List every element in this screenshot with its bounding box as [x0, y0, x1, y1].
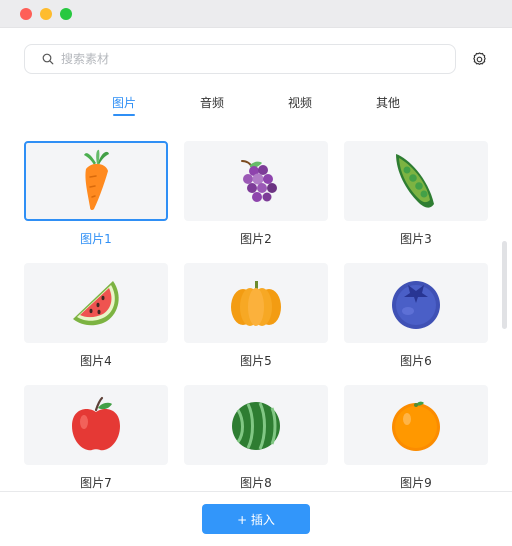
- maximize-window-button[interactable]: [60, 8, 72, 20]
- tab-video[interactable]: 视频: [280, 95, 320, 111]
- gear-icon[interactable]: [471, 51, 488, 68]
- material-card-4[interactable]: [24, 263, 168, 343]
- material-label-5: 图片5: [240, 354, 272, 368]
- material-label-3: 图片3: [400, 232, 432, 246]
- material-card-9[interactable]: [344, 385, 488, 465]
- material-label-9: 图片9: [400, 476, 432, 490]
- material-label-1: 图片1: [80, 232, 112, 246]
- material-card-7[interactable]: [24, 385, 168, 465]
- grapes-icon: [241, 160, 277, 202]
- material-label-6: 图片6: [400, 354, 432, 368]
- material-label-4: 图片4: [80, 354, 112, 368]
- material-label-2: 图片2: [240, 232, 272, 246]
- search-box[interactable]: [24, 44, 456, 74]
- material-card-3[interactable]: [344, 141, 488, 221]
- material-card-8[interactable]: [184, 385, 328, 465]
- active-tab-indicator: [113, 114, 135, 116]
- peas-icon: [396, 154, 434, 208]
- watermelon-icon: [232, 402, 280, 450]
- pumpkin-icon: [231, 281, 281, 326]
- watermelon-slice-icon: [73, 281, 119, 326]
- search-input[interactable]: [61, 49, 441, 69]
- material-label-7: 图片7: [80, 476, 112, 490]
- tab-other[interactable]: 其他: [368, 95, 408, 111]
- carrot-icon: [84, 149, 109, 211]
- scrollbar-thumb[interactable]: [502, 241, 507, 329]
- tab-images[interactable]: 图片: [104, 95, 144, 111]
- footer-bar: + 插入: [0, 491, 512, 546]
- blueberry-icon: [392, 281, 440, 329]
- material-card-1[interactable]: [24, 141, 168, 221]
- title-bar: [0, 0, 512, 28]
- insert-button[interactable]: + 插入: [202, 504, 310, 534]
- material-card-6[interactable]: [344, 263, 488, 343]
- close-window-button[interactable]: [20, 8, 32, 20]
- search-icon: [42, 53, 54, 65]
- material-label-8: 图片8: [240, 476, 272, 490]
- material-card-5[interactable]: [184, 263, 328, 343]
- material-card-2[interactable]: [184, 141, 328, 221]
- orange-icon: [392, 401, 440, 451]
- apple-icon: [72, 396, 120, 451]
- minimize-window-button[interactable]: [40, 8, 52, 20]
- tab-audio[interactable]: 音频: [192, 95, 232, 111]
